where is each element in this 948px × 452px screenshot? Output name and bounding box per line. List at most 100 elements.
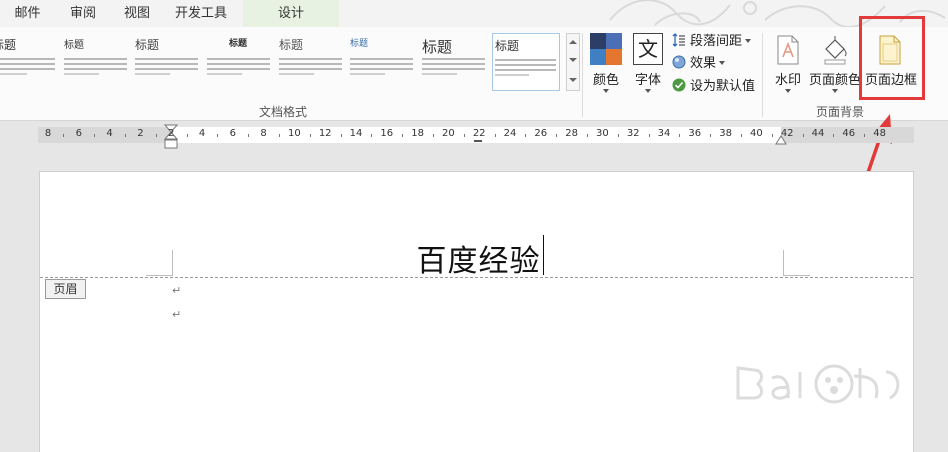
ruler-tick-label: 46 bbox=[842, 128, 856, 139]
ruler-tick-label: 42 bbox=[780, 128, 794, 139]
palette-icon bbox=[590, 33, 622, 65]
style-thumb-preview bbox=[495, 59, 556, 85]
style-thumb-title: 标题 bbox=[495, 39, 520, 53]
scroll-up-icon[interactable] bbox=[569, 40, 577, 44]
ruler-tick-label: 32 bbox=[626, 128, 640, 139]
style-thumb-title: 标题 bbox=[135, 38, 160, 52]
ruler-tick bbox=[309, 134, 311, 137]
watermark-icon bbox=[777, 35, 799, 65]
style-thumb-preview bbox=[0, 58, 55, 84]
ruler-tick-label: 14 bbox=[349, 128, 363, 139]
ruler-tick-label: 18 bbox=[411, 128, 424, 139]
ruler-tick bbox=[864, 134, 866, 137]
style-thumb[interactable]: 标题 bbox=[0, 33, 58, 91]
divider bbox=[762, 33, 763, 117]
tab-view[interactable]: 视图 bbox=[112, 0, 162, 27]
header-tag: 页眉 bbox=[45, 279, 86, 299]
ruler-tick-label: 30 bbox=[596, 128, 609, 139]
gallery-scroll[interactable] bbox=[566, 33, 580, 91]
gallery-more-icon[interactable] bbox=[569, 78, 577, 82]
style-thumb[interactable]: 标题 bbox=[205, 33, 273, 91]
ruler-tick bbox=[371, 134, 373, 137]
ruler-tick-label: 24 bbox=[503, 128, 517, 139]
chevron-down-icon bbox=[645, 89, 651, 93]
effects-label: 效果 bbox=[690, 56, 717, 71]
document-page[interactable]: 百度经验 页眉 ↵ ↵ bbox=[39, 171, 914, 452]
ruler-tick bbox=[463, 134, 465, 137]
ruler-tick bbox=[155, 134, 157, 137]
ruler-tick-label: 10 bbox=[288, 128, 301, 139]
text-cursor bbox=[543, 235, 544, 275]
ruler-tick bbox=[94, 134, 96, 137]
set-as-default-label: 设为默认值 bbox=[690, 79, 756, 94]
highlight-box bbox=[859, 16, 925, 100]
fonts-button[interactable]: 文 字体 bbox=[630, 33, 666, 99]
ruler-tick-label: 40 bbox=[750, 128, 763, 139]
style-thumb-preview bbox=[422, 58, 485, 84]
ruler-tick-label: 12 bbox=[318, 128, 332, 139]
ruler-tick bbox=[587, 134, 588, 137]
ruler-tick bbox=[679, 134, 681, 137]
ruler-tick bbox=[741, 134, 742, 137]
style-thumb[interactable]: 标题 bbox=[348, 33, 416, 91]
menu-bar: 邮件 审阅 视图 开发工具 设计 bbox=[0, 0, 948, 27]
tab-design[interactable]: 设计 bbox=[243, 0, 339, 27]
ruler-tick bbox=[802, 134, 804, 137]
paragraph-mark: ↵ bbox=[172, 308, 182, 321]
watermark-button[interactable]: 水印 bbox=[770, 33, 806, 99]
chevron-down-icon bbox=[785, 89, 791, 93]
font-icon: 文 bbox=[633, 33, 663, 65]
style-thumb[interactable]: 标题 bbox=[420, 33, 488, 91]
effects-button[interactable]: 效果 bbox=[672, 54, 726, 74]
ruler-tick bbox=[648, 134, 650, 137]
style-thumb-title: 标题 bbox=[64, 40, 84, 51]
ruler-tick bbox=[710, 134, 712, 137]
fonts-label: 字体 bbox=[634, 73, 661, 88]
divider bbox=[582, 33, 583, 117]
style-thumb-preview bbox=[64, 58, 127, 84]
effects-icon bbox=[672, 55, 686, 69]
ruler-tick bbox=[433, 134, 434, 137]
ruler-tick bbox=[771, 134, 773, 137]
ruler-tick bbox=[217, 134, 219, 137]
ruler-tick-label: 34 bbox=[657, 128, 671, 139]
style-thumb-preview bbox=[207, 58, 270, 84]
style-thumb[interactable]: 标题 bbox=[133, 33, 201, 91]
horizontal-ruler[interactable]: 8 6 4 2 2 4 6 8 10 12 14 16 18 20 22 24 26 28 30 32 34 36 38 40… bbox=[38, 124, 914, 149]
colors-label: 颜色 bbox=[592, 73, 619, 88]
ruler-tick-label: 20 bbox=[442, 128, 455, 139]
header-text[interactable]: 百度经验 bbox=[40, 236, 913, 280]
paragraph-mark: ↵ bbox=[172, 284, 182, 297]
header-separator bbox=[40, 277, 913, 278]
ruler-tick-label: 8 bbox=[260, 128, 267, 139]
tab-mailings[interactable]: 邮件 bbox=[0, 0, 55, 27]
ruler-tick-label: 36 bbox=[688, 128, 702, 139]
style-thumb-title: 标题 bbox=[422, 38, 453, 56]
ruler-tick-label: 2 bbox=[168, 128, 175, 139]
ruler-tick bbox=[617, 134, 619, 137]
ruler-tick-label: 6 bbox=[75, 128, 82, 139]
watermark-label: 水印 bbox=[774, 73, 801, 88]
style-thumb[interactable]: 标题 bbox=[277, 33, 345, 91]
scroll-down-icon[interactable] bbox=[569, 58, 577, 62]
chevron-down-icon bbox=[832, 89, 838, 93]
paragraph-spacing-button[interactable]: 段落间距 bbox=[672, 32, 752, 52]
baidu-watermark-logo bbox=[736, 364, 900, 404]
style-thumb[interactable]: 标题 bbox=[62, 33, 130, 91]
ruler-tick-label: 22 bbox=[472, 128, 486, 139]
ruler-tick-label: 26 bbox=[534, 128, 548, 139]
tab-developer[interactable]: 开发工具 bbox=[165, 0, 237, 27]
ruler-tick-label: 6 bbox=[229, 128, 236, 139]
colors-button[interactable]: 颜色 bbox=[588, 33, 624, 99]
ruler-tick-label: 44 bbox=[811, 128, 825, 139]
ruler-tick bbox=[340, 134, 342, 137]
ruler-tick-label: 38 bbox=[719, 128, 732, 139]
style-gallery: 标题 标题 标题 标题 标题 标题 标题 标题 bbox=[0, 33, 566, 91]
set-as-default-button[interactable]: 设为默认值 bbox=[672, 77, 755, 97]
style-thumb-selected[interactable]: 标题 bbox=[492, 33, 560, 91]
ruler-tick-label: 4 bbox=[198, 128, 206, 139]
ruler-tick bbox=[248, 134, 250, 137]
page-color-button[interactable]: 页面颜色 bbox=[809, 33, 861, 99]
tab-review[interactable]: 审阅 bbox=[58, 0, 108, 27]
ruler-tick-label: 48 bbox=[873, 128, 886, 139]
